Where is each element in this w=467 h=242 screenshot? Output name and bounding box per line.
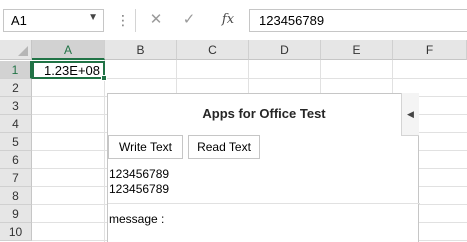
formula-input[interactable]: 123456789 xyxy=(249,9,467,32)
row-header-9[interactable]: 9 xyxy=(0,205,32,223)
column-header-f[interactable]: F xyxy=(393,40,467,60)
output-line: 123456789 xyxy=(109,167,170,181)
column-header-b[interactable]: B xyxy=(105,40,177,60)
column-header-a[interactable]: A xyxy=(32,40,105,60)
task-pane: Apps for Office Test Write Text Read Tex… xyxy=(107,93,420,242)
divider xyxy=(108,203,420,204)
row-header-8[interactable]: 8 xyxy=(0,187,32,205)
cell-a1[interactable]: 1.23E+08 xyxy=(32,61,105,79)
chevron-down-icon[interactable]: ▼ xyxy=(88,12,98,23)
row-header-10[interactable]: 10 xyxy=(0,223,32,241)
formula-bar: A1 ▼ ⋮ ✕ ✓ fx 123456789 xyxy=(0,0,467,40)
row-header-1[interactable]: 1 xyxy=(0,61,32,79)
cancel-icon[interactable]: ✕ xyxy=(145,11,167,29)
row-header-7[interactable]: 7 xyxy=(0,169,32,187)
output-line: 123456789 xyxy=(109,182,170,196)
cell-a1-value: 1.23E+08 xyxy=(43,63,100,78)
fill-handle[interactable] xyxy=(101,75,107,81)
write-text-button[interactable]: Write Text xyxy=(108,135,183,159)
read-text-button[interactable]: Read Text xyxy=(188,135,260,159)
row-header-2[interactable]: 2 xyxy=(0,79,32,97)
formula-buttons: ✕ ✓ fx xyxy=(135,9,243,32)
gridline xyxy=(104,60,105,242)
name-box[interactable]: A1 ▼ xyxy=(3,9,104,32)
column-header-d[interactable]: D xyxy=(249,40,321,60)
row-header-4[interactable]: 4 xyxy=(0,115,32,133)
more-vertical-icon[interactable]: ⋮ xyxy=(116,11,130,29)
message-label: message : xyxy=(109,212,165,226)
row-header-5[interactable]: 5 xyxy=(0,133,32,151)
insert-function-icon[interactable]: fx xyxy=(217,11,239,29)
column-header-e[interactable]: E xyxy=(321,40,393,60)
row-header-3[interactable]: 3 xyxy=(0,97,32,115)
name-box-value: A1 xyxy=(11,13,27,28)
task-pane-title: Apps for Office Test xyxy=(202,106,326,121)
formula-value: 123456789 xyxy=(259,13,325,28)
enter-icon[interactable]: ✓ xyxy=(178,11,200,29)
chevron-left-icon[interactable]: ◀ xyxy=(401,93,419,136)
select-all-button[interactable] xyxy=(0,40,32,60)
row-header-6[interactable]: 6 xyxy=(0,151,32,169)
column-header-c[interactable]: C xyxy=(177,40,249,60)
